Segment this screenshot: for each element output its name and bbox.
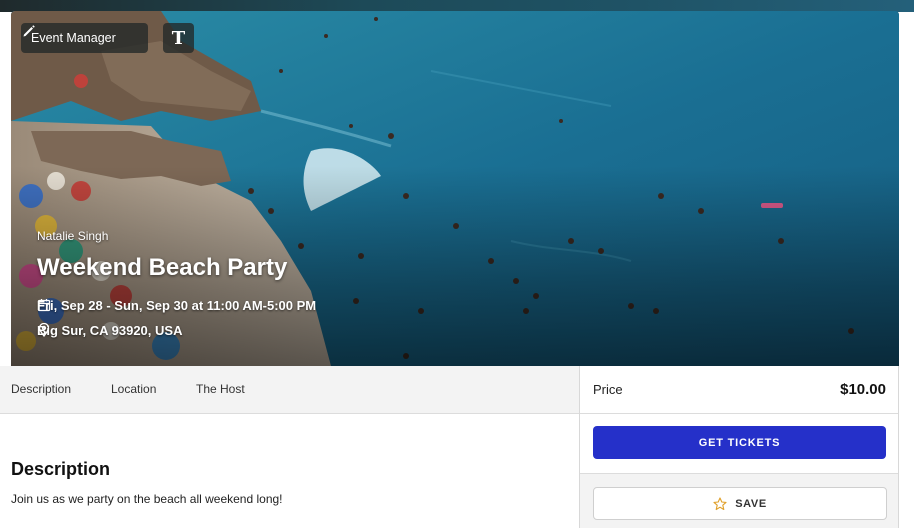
event-title: Weekend Beach Party	[37, 254, 288, 281]
tab-description[interactable]: Description	[11, 382, 71, 396]
save-label: SAVE	[735, 497, 767, 510]
star-icon	[713, 496, 727, 510]
host-name[interactable]: Natalie Singh	[37, 229, 108, 243]
pencil-icon	[23, 25, 35, 37]
description-heading: Description	[11, 459, 111, 479]
save-button[interactable]: SAVE	[593, 487, 887, 520]
event-manager-button[interactable]: Event Manager	[21, 23, 148, 53]
event-date-text: Fri, Sep 28 - Sun, Sep 30 at 11:00 AM-5:…	[37, 298, 317, 313]
tab-the-host[interactable]: The Host	[196, 382, 245, 396]
price-label: Price	[593, 382, 623, 397]
price-row: Price $10.00	[580, 366, 898, 414]
event-manager-label: Event Manager	[31, 31, 116, 45]
event-hero-image: Event Manager T Natalie Singh Weekend Be…	[11, 11, 899, 366]
text-format-button[interactable]: T	[163, 23, 194, 53]
tab-location[interactable]: Location	[111, 382, 156, 396]
description-text: Join us as we party on the beach all wee…	[11, 492, 283, 506]
tickets-area: GET TICKETS	[580, 414, 898, 474]
location-pin-icon	[38, 323, 50, 337]
event-location-row: Big Sur, CA 93920, USA	[37, 323, 182, 338]
get-tickets-button[interactable]: GET TICKETS	[593, 426, 886, 459]
text-format-icon: T	[171, 27, 186, 49]
event-location-text: Big Sur, CA 93920, USA	[37, 323, 183, 338]
event-tabs: Description Location The Host	[0, 366, 580, 414]
price-value: $10.00	[840, 381, 886, 398]
event-date-row: Fri, Sep 28 - Sun, Sep 30 at 11:00 AM-5:…	[37, 298, 316, 313]
purchase-panel: Price $10.00 GET TICKETS SAVE	[579, 366, 899, 528]
calendar-icon	[37, 299, 51, 312]
